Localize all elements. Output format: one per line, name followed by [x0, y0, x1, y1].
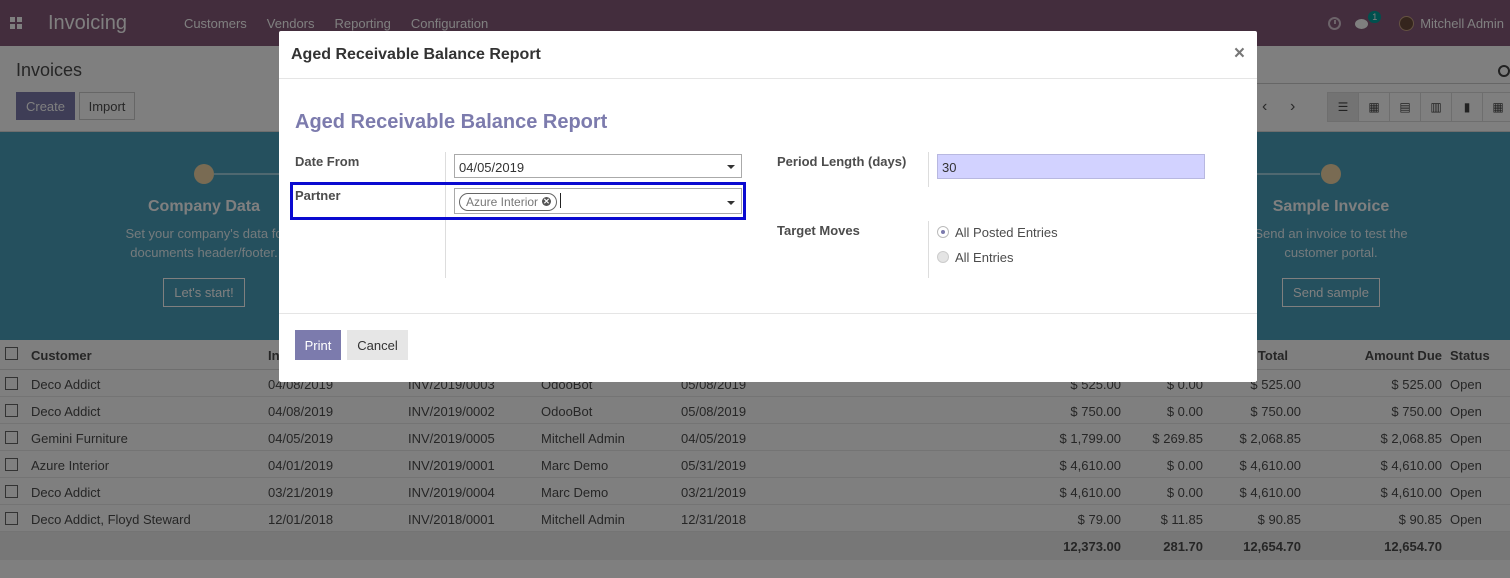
period-length-input[interactable]: 30: [937, 154, 1205, 179]
radio-all-posted[interactable]: [937, 226, 949, 238]
date-from-value: 04/05/2019: [459, 160, 525, 175]
partner-tag-label: Azure Interior: [466, 195, 539, 209]
target-group-divider: [928, 221, 929, 278]
aged-receivable-dialog: Aged Receivable Balance Report × Aged Re…: [279, 31, 1257, 382]
text-cursor: [560, 193, 561, 208]
radio-all-entries-label[interactable]: All Entries: [955, 250, 1014, 265]
chevron-down-icon[interactable]: [727, 201, 735, 205]
remove-tag-icon[interactable]: ✕: [542, 197, 552, 206]
period-length-label: Period Length (days): [777, 154, 907, 169]
target-moves-label: Target Moves: [777, 223, 860, 238]
date-from-field[interactable]: 04/05/2019: [454, 154, 742, 178]
modal-title: Aged Receivable Balance Report: [291, 46, 541, 63]
period-length-value: 30: [942, 160, 957, 175]
close-icon[interactable]: ×: [1234, 43, 1245, 65]
partner-tag: Azure Interior ✕: [459, 193, 558, 211]
form-title: Aged Receivable Balance Report: [295, 111, 608, 133]
modal-footer-divider: [279, 313, 1257, 314]
radio-all-posted-label[interactable]: All Posted Entries: [955, 225, 1058, 240]
radio-all-entries[interactable]: [937, 251, 949, 263]
chevron-down-icon[interactable]: [727, 165, 735, 169]
modal-header: Aged Receivable Balance Report ×: [279, 31, 1257, 79]
partner-label: Partner: [295, 188, 341, 203]
print-button[interactable]: Print: [295, 330, 341, 360]
cancel-button[interactable]: Cancel: [347, 330, 408, 360]
right-group-divider: [928, 152, 929, 187]
date-from-label: Date From: [295, 154, 360, 169]
